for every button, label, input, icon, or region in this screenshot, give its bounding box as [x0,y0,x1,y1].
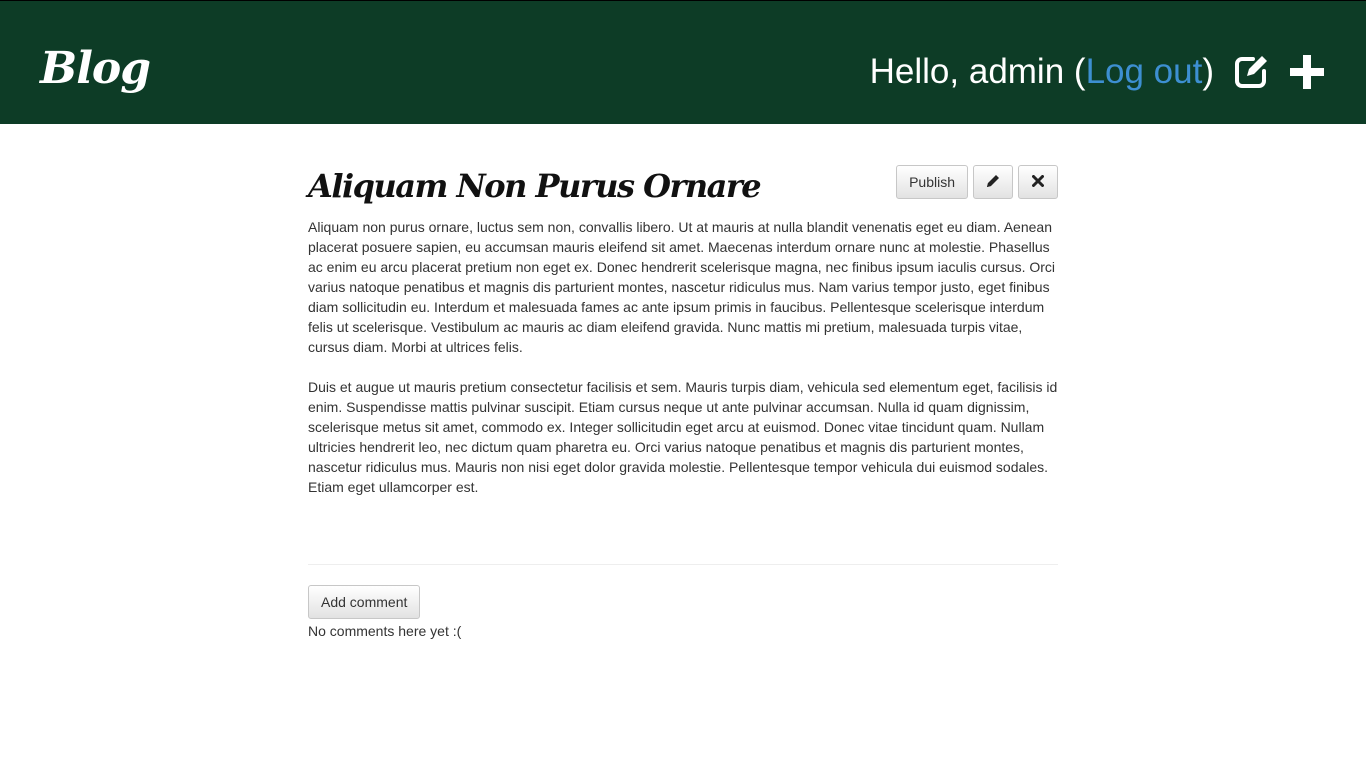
post-paragraph: Aliquam non purus ornare, luctus sem non… [308,219,1056,355]
edit-post-button[interactable] [973,165,1013,199]
comments-section: Add comment No comments here yet :( [308,585,461,641]
add-comment-button[interactable]: Add comment [308,585,421,619]
user-nav: Hello, admin (Log out) [870,47,1326,97]
plus-icon[interactable] [1288,53,1326,91]
divider [308,564,1058,565]
post-paragraph: Duis et augue ut mauris pretium consecte… [308,379,1058,495]
post-actions: Publish [891,165,1058,199]
brand-logo[interactable]: Blog [40,41,151,97]
greeting-suffix: ) [1202,52,1214,91]
delete-post-button[interactable] [1018,165,1058,199]
post-header: Aliquam Non Purus Ornare Publish [308,165,1058,217]
logout-link[interactable]: Log out [1086,52,1203,91]
post-title: Aliquam Non Purus Ornare [308,167,762,205]
greeting-text: Hello, admin (Log out) [870,52,1214,92]
close-icon [1032,174,1044,190]
pencil-icon [986,174,1000,191]
post-container: Aliquam Non Purus Ornare Publish Aliquam… [308,165,1058,517]
greeting-prefix: Hello, admin ( [869,52,1086,91]
top-navbar: Blog Hello, admin (Log out) [0,0,1366,124]
post-body: Aliquam non purus ornare, luctus sem non… [308,217,1058,497]
no-comments-text: No comments here yet :( [308,623,462,639]
publish-button[interactable]: Publish [896,165,968,199]
edit-square-icon[interactable] [1232,53,1270,91]
